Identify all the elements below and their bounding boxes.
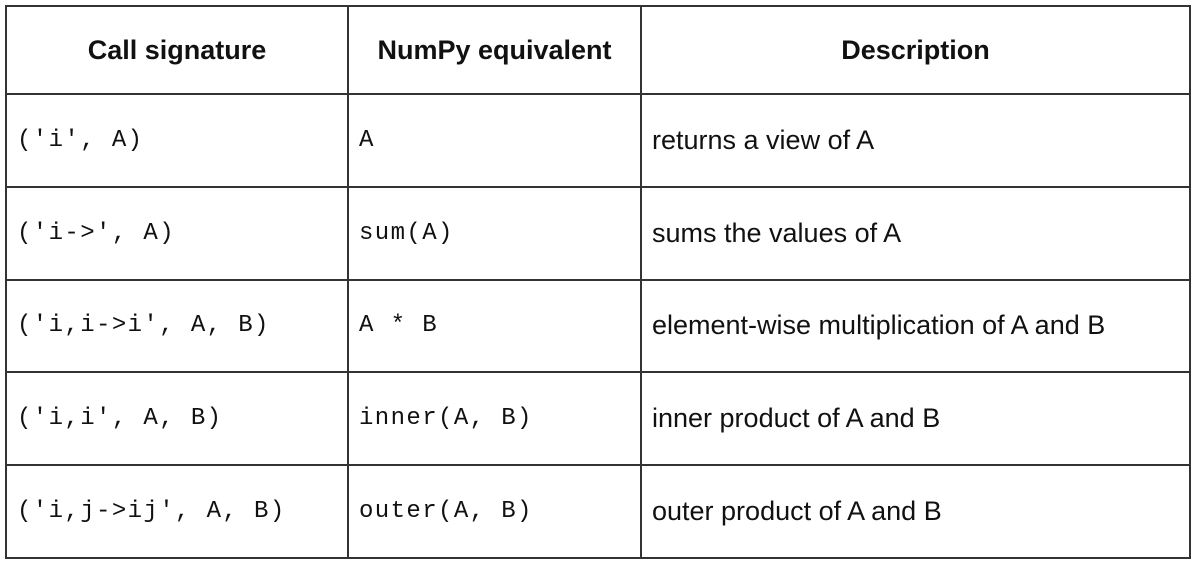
header-row: Call signature NumPy equivalent Descript… [5, 5, 1191, 95]
numpy-equivalent-cell: sum(A) [347, 185, 642, 281]
description-cell: returns a view of A [640, 93, 1191, 188]
call-signature-cell: ('i', A) [5, 93, 349, 188]
call-signature-cell: ('i,i->i', A, B) [5, 278, 349, 374]
table-row: ('i,i->i', A, B) A * B element-wise mult… [5, 278, 1191, 374]
numpy-equivalent-cell: A [347, 93, 642, 188]
einsum-table: Call signature NumPy equivalent Descript… [5, 5, 1191, 559]
column-header-call-signature: Call signature [5, 5, 349, 95]
call-signature-cell: ('i->', A) [5, 185, 349, 281]
description-cell: outer product of A and B [640, 464, 1191, 559]
call-signature-cell: ('i,j->ij', A, B) [5, 464, 349, 559]
table-row: ('i,i', A, B) inner(A, B) inner product … [5, 371, 1191, 467]
table-row: ('i', A) A returns a view of A [5, 93, 1191, 188]
description-cell: inner product of A and B [640, 371, 1191, 467]
table-row: ('i,j->ij', A, B) outer(A, B) outer prod… [5, 464, 1191, 559]
column-header-numpy-equivalent: NumPy equivalent [347, 5, 642, 95]
numpy-equivalent-cell: A * B [347, 278, 642, 374]
table-row: ('i->', A) sum(A) sums the values of A [5, 185, 1191, 281]
description-cell: sums the values of A [640, 185, 1191, 281]
description-cell: element-wise multiplication of A and B [640, 278, 1191, 374]
column-header-description: Description [640, 5, 1191, 95]
call-signature-cell: ('i,i', A, B) [5, 371, 349, 467]
numpy-equivalent-cell: inner(A, B) [347, 371, 642, 467]
numpy-equivalent-cell: outer(A, B) [347, 464, 642, 559]
